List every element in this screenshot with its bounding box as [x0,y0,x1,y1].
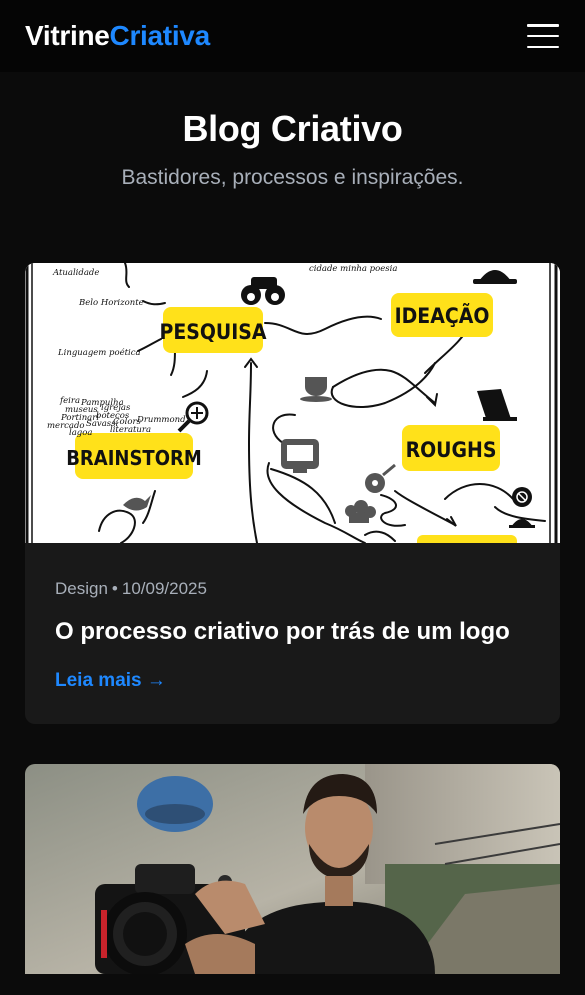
post-date: 10/09/2025 [121,579,207,598]
hero-section: Blog Criativo Bastidores, processos e in… [0,72,585,190]
mindmap-note: Belo Horizonte [78,298,144,308]
monitor-icon [281,439,319,473]
mindmap-label-pesquisa: PESQUISA [159,320,266,344]
mindmap-label-brainstorm: BRAINSTORM [66,446,202,470]
post-title[interactable]: O processo criativo por trás de um logo [55,615,530,650]
post-thumbnail-mindmap[interactable]: PESQUISA IDEAÇÃO BRAINSTORM ROUGHS Atual… [25,263,560,543]
meta-separator: • [111,579,118,598]
page-title: Blog Criativo [182,108,403,149]
page-subtitle: Bastidores, processos e inspirações. [121,166,464,189]
top-navbar: VitrineCriativa [0,0,585,72]
mindmap-label-roughs: ROUGHS [406,438,497,462]
mindmap-note: cidade minha poesia [309,264,397,274]
read-more-link[interactable]: Leia mais → [55,670,166,692]
mindmap-label-ideacao: IDEAÇÃO [395,303,490,328]
post-card[interactable]: PESQUISA IDEAÇÃO BRAINSTORM ROUGHS Atual… [25,263,560,724]
menu-bar [527,24,559,27]
post-card[interactable] [25,763,560,974]
post-category[interactable]: Design [55,579,108,598]
brand-logo[interactable]: VitrineCriativa [25,20,210,52]
menu-bar [527,34,559,38]
brand-name-part2: Criativa [109,20,211,51]
post-list: PESQUISA IDEAÇÃO BRAINSTORM ROUGHS Atual… [0,263,585,974]
menu-bar [527,45,559,48]
post-card-body: Design • 10/09/2025 O processo criativo po… [25,543,560,724]
post-meta: Design • 10/09/2025 [55,579,530,599]
mindmap-note: Atualidade [52,268,99,278]
mindmap-illustration: PESQUISA IDEAÇÃO BRAINSTORM ROUGHS Atual… [25,263,560,543]
mindmap-note: Linguagem poética [57,347,141,358]
mindmap-note: Drummond [136,415,186,425]
hamburger-menu-icon[interactable] [527,24,559,48]
post-thumbnail-photographer[interactable] [25,763,560,974]
mindmap-note: lagoa [69,428,92,438]
mindmap-note: literatura [110,425,151,435]
brand-name-part1: Vitrine [25,20,110,51]
